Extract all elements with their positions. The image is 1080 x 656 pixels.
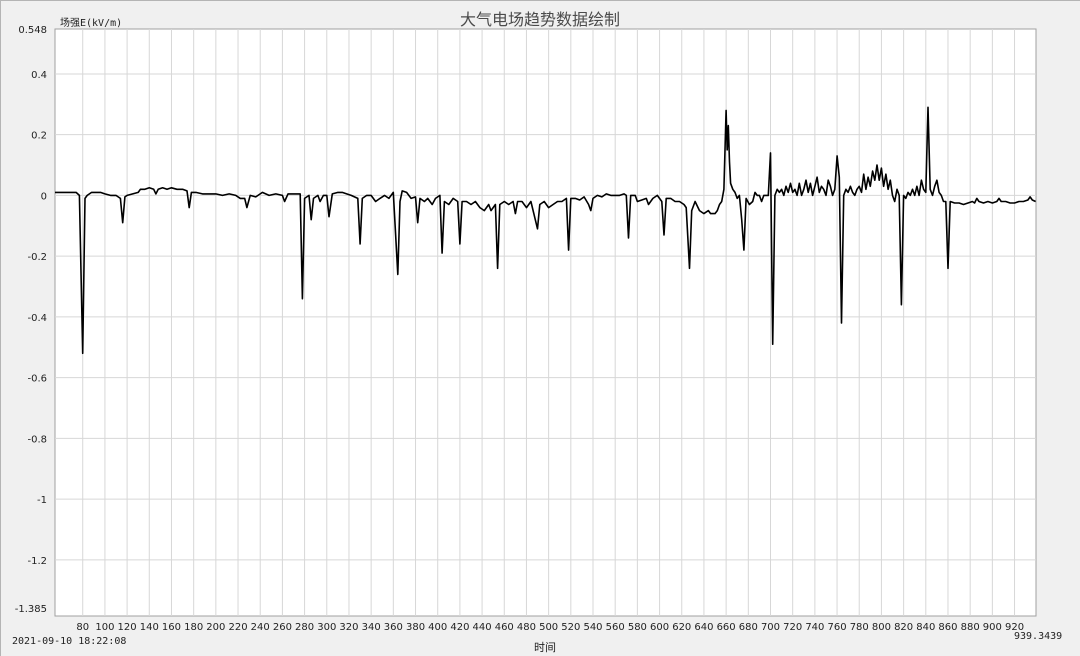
x-tick-label: 540: [583, 622, 602, 633]
x-tick-label: 780: [850, 622, 869, 633]
y-axis-ticks: 0.4 0.2 0 -0.2 -0.4 -0.6 -0.8 -1 -1.2: [27, 70, 47, 567]
x-tick-label: 840: [916, 622, 935, 633]
y-axis-bottom-label: -1.385: [15, 604, 47, 615]
x-tick-label: 400: [428, 622, 447, 633]
y-axis-label: 场强E(kV/m): [60, 18, 123, 29]
chart-canvas[interactable]: 0.4 0.2 0 -0.2 -0.4 -0.6 -0.8 -1 -1.2 80 100 120 14…: [0, 0, 1080, 656]
x-tick-label: 120: [118, 622, 137, 633]
chart-window: 0.4 0.2 0 -0.2 -0.4 -0.6 -0.8 -1 -1.2 80 100 120 14…: [0, 0, 1080, 656]
x-tick-label: 280: [295, 622, 314, 633]
x-tick-label: 220: [228, 622, 247, 633]
x-tick-label: 140: [140, 622, 159, 633]
x-tick-label: 380: [406, 622, 425, 633]
x-tick-label: 740: [805, 622, 824, 633]
x-tick-label: 360: [384, 622, 403, 633]
x-axis-ticks: 80 100 120 140 160 180 200 220 240 260 280 300 320 34…: [76, 622, 1024, 633]
y-tick-label: 0.2: [31, 131, 47, 142]
x-tick-label: 460: [495, 622, 514, 633]
x-tick-label: 660: [717, 622, 736, 633]
y-tick-label: -1.2: [27, 556, 47, 567]
x-tick-label: 320: [339, 622, 358, 633]
x-tick-label: 620: [672, 622, 691, 633]
x-tick-label: 160: [162, 622, 181, 633]
x-tick-label: 700: [761, 622, 780, 633]
x-tick-label: 420: [450, 622, 469, 633]
x-tick-label: 880: [961, 622, 980, 633]
y-tick-label: 0.4: [31, 70, 47, 81]
x-tick-label: 100: [95, 622, 114, 633]
x-tick-label: 800: [872, 622, 891, 633]
x-tick-label: 580: [628, 622, 647, 633]
x-tick-label: 640: [694, 622, 713, 633]
chart-title: 大气电场趋势数据绘制: [459, 10, 620, 29]
x-tick-label: 720: [783, 622, 802, 633]
x-tick-label: 680: [739, 622, 758, 633]
y-tick-label: -0.6: [27, 374, 47, 385]
plot-area[interactable]: [54, 28, 1037, 617]
x-tick-label: 600: [650, 622, 669, 633]
x-tick-label: 300: [317, 622, 336, 633]
x-tick-label: 340: [362, 622, 381, 633]
y-tick-label: -0.2: [27, 252, 47, 263]
y-tick-label: -0.8: [27, 434, 47, 445]
x-tick-label: 200: [206, 622, 225, 633]
x-tick-label: 820: [894, 622, 913, 633]
x-tick-label: 520: [561, 622, 580, 633]
x-tick-label: 180: [184, 622, 203, 633]
x-tick-label: 900: [983, 622, 1002, 633]
x-tick-label: 260: [273, 622, 292, 633]
x-tick-label: 480: [517, 622, 536, 633]
y-tick-label: -0.4: [27, 313, 47, 324]
x-tick-label: 500: [539, 622, 558, 633]
x-tick-label: 860: [938, 622, 957, 633]
y-tick-label: -1: [37, 495, 47, 506]
x-tick-label: 440: [473, 622, 492, 633]
y-tick-label: 0: [41, 191, 47, 202]
x-tick-label: 240: [251, 622, 270, 633]
x-tick-label: 560: [606, 622, 625, 633]
x-tick-label: 760: [828, 622, 847, 633]
x-axis-label: 时间: [534, 641, 556, 654]
x-tick-label: 80: [76, 622, 89, 633]
